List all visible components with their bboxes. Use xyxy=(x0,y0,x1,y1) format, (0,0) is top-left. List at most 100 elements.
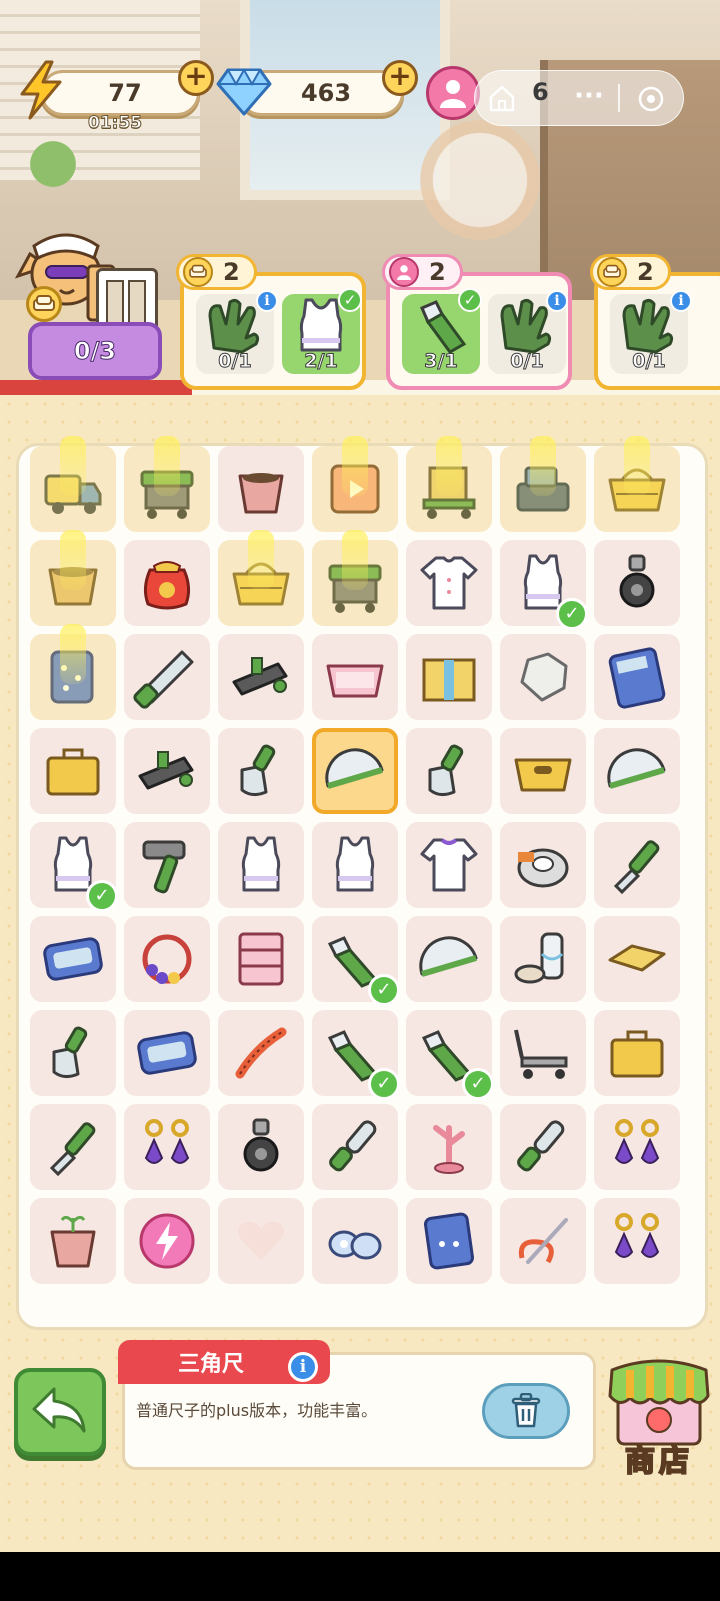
cardboard-box-icon[interactable] xyxy=(414,642,484,712)
board-cell[interactable] xyxy=(594,1198,680,1284)
board-cell[interactable] xyxy=(500,1198,586,1284)
add-gems-button[interactable]: + xyxy=(382,60,418,96)
board-cell[interactable] xyxy=(218,916,304,1002)
board-cell[interactable] xyxy=(218,1010,304,1096)
board-cell[interactable] xyxy=(30,1104,116,1190)
board-cell[interactable] xyxy=(30,1198,116,1284)
board-cell[interactable] xyxy=(500,822,586,908)
board-cell[interactable] xyxy=(218,822,304,908)
plastic-basket-icon[interactable] xyxy=(320,642,390,712)
board-cell[interactable] xyxy=(406,540,492,626)
lucky-bag-icon[interactable] xyxy=(132,548,202,618)
earrings-icon[interactable] xyxy=(602,1206,672,1276)
board-cell[interactable] xyxy=(30,1010,116,1096)
home-icon[interactable] xyxy=(486,82,518,114)
tool-box-icon[interactable] xyxy=(38,736,108,806)
board-cell[interactable] xyxy=(312,728,398,814)
caster-wheel-icon[interactable] xyxy=(602,548,672,618)
board-cell[interactable] xyxy=(594,1104,680,1190)
protractor-icon[interactable] xyxy=(414,924,484,994)
energy-orb-icon[interactable] xyxy=(132,1206,202,1276)
item-info-icon[interactable]: i xyxy=(288,1352,318,1382)
glue-bottle-icon[interactable] xyxy=(508,924,578,994)
remote-pad-icon[interactable] xyxy=(414,1206,484,1276)
board-cell[interactable] xyxy=(406,728,492,814)
storage-rack-icon[interactable] xyxy=(226,924,296,994)
board-cell[interactable] xyxy=(124,634,210,720)
file-tool-icon[interactable] xyxy=(320,1112,390,1182)
platform-trolley-icon[interactable] xyxy=(508,1018,578,1088)
info-icon[interactable]: i xyxy=(670,290,692,312)
board-cell[interactable] xyxy=(500,728,586,814)
bead-bracelet-icon[interactable] xyxy=(132,924,202,994)
delete-item-button[interactable] xyxy=(482,1383,570,1439)
hand-saw-icon[interactable] xyxy=(132,642,202,712)
board-cell[interactable] xyxy=(124,728,210,814)
protractor-icon[interactable] xyxy=(602,736,672,806)
board-cell[interactable] xyxy=(124,1104,210,1190)
board-cell[interactable] xyxy=(218,634,304,720)
board-cell[interactable] xyxy=(312,822,398,908)
board-cell[interactable]: ✓ xyxy=(312,916,400,1006)
board-cell[interactable] xyxy=(218,1198,304,1284)
board-cell[interactable] xyxy=(500,1104,586,1190)
board-cell[interactable] xyxy=(406,1198,492,1284)
putty-knife-icon[interactable] xyxy=(414,736,484,806)
protractor-icon[interactable] xyxy=(320,736,390,806)
tape-measure-icon[interactable] xyxy=(226,1018,296,1088)
info-icon[interactable]: i xyxy=(546,290,568,312)
board-cell[interactable] xyxy=(500,1010,586,1096)
board-cell[interactable]: ✓ xyxy=(500,540,588,630)
board-cell[interactable] xyxy=(594,540,680,626)
needle-thread-icon[interactable] xyxy=(508,1206,578,1276)
wood-plane-icon[interactable] xyxy=(132,736,202,806)
order-card-2[interactable]: 2 3/1 ✓ 0/1 i xyxy=(382,254,572,390)
chisel-icon[interactable] xyxy=(602,830,672,900)
tool-box-icon[interactable] xyxy=(602,1018,672,1088)
board-cell[interactable] xyxy=(406,634,492,720)
order-card-1[interactable]: 2 0/1 i 2/1 ✓ xyxy=(176,254,366,390)
add-energy-button[interactable]: + xyxy=(178,60,214,96)
board-cell[interactable] xyxy=(30,728,116,814)
board-cell[interactable] xyxy=(124,540,210,626)
more-dots-icon[interactable]: ··· xyxy=(566,78,612,114)
close-circle-icon[interactable] xyxy=(636,84,666,114)
tank-top-icon[interactable] xyxy=(226,830,296,900)
ice-tray-icon[interactable] xyxy=(38,924,108,994)
chisel-icon[interactable] xyxy=(38,1112,108,1182)
tank-top-icon[interactable] xyxy=(320,830,390,900)
board-cell[interactable] xyxy=(124,1198,210,1284)
board-cell[interactable] xyxy=(124,1010,210,1096)
board-cell[interactable] xyxy=(312,634,398,720)
washers-icon[interactable] xyxy=(320,1206,390,1276)
t-shirt-icon[interactable] xyxy=(414,830,484,900)
hammer-icon[interactable] xyxy=(132,830,202,900)
board-cell[interactable] xyxy=(500,634,586,720)
earrings-icon[interactable] xyxy=(602,1112,672,1182)
caster-wheel-icon[interactable] xyxy=(226,1112,296,1182)
board-cell[interactable] xyxy=(500,916,586,1002)
board-cell[interactable] xyxy=(594,634,680,720)
board-cell[interactable]: ✓ xyxy=(406,1010,494,1100)
calculator-icon[interactable] xyxy=(602,642,672,712)
board-cell[interactable] xyxy=(124,916,210,1002)
tape-roll-icon[interactable] xyxy=(508,830,578,900)
board-cell[interactable] xyxy=(594,1010,680,1096)
board-cell[interactable] xyxy=(406,1104,492,1190)
file-tool-icon[interactable] xyxy=(508,1112,578,1182)
board-cell[interactable] xyxy=(124,822,210,908)
shirt-icon[interactable] xyxy=(414,548,484,618)
board-cell[interactable] xyxy=(594,916,680,1002)
earrings-icon[interactable] xyxy=(132,1112,202,1182)
board-cell[interactable] xyxy=(406,916,492,1002)
board-cell[interactable] xyxy=(30,916,116,1002)
board-cell[interactable] xyxy=(594,728,680,814)
board-cell[interactable] xyxy=(218,1104,304,1190)
board-cell[interactable] xyxy=(594,822,680,908)
board-cell[interactable] xyxy=(406,822,492,908)
storage-basket-icon[interactable] xyxy=(508,736,578,806)
ice-tray-icon[interactable] xyxy=(132,1018,202,1088)
flat-box-icon[interactable] xyxy=(602,924,672,994)
board-cell[interactable] xyxy=(218,728,304,814)
plant-pot-icon[interactable] xyxy=(226,454,296,524)
